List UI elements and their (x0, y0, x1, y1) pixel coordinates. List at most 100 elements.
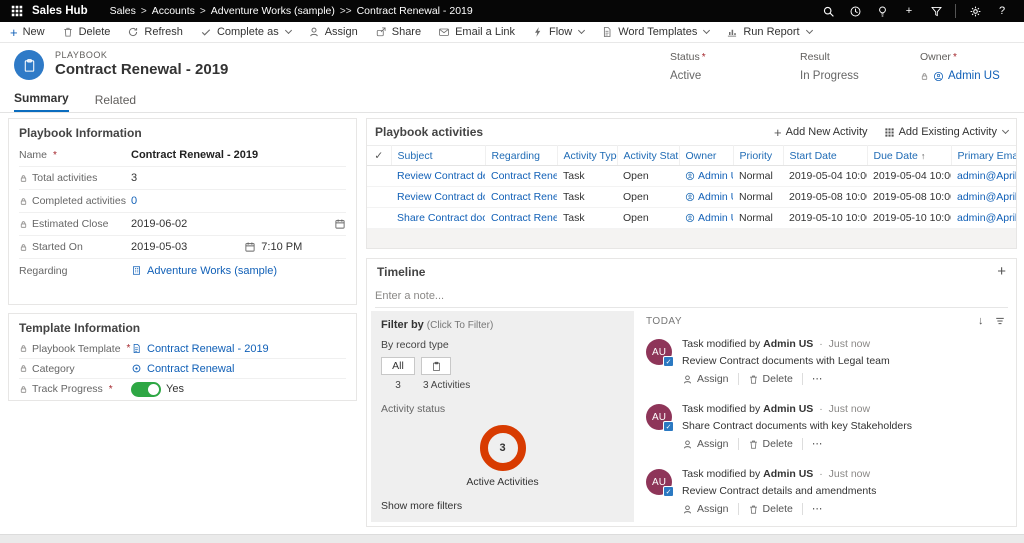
subject-link[interactable]: Review Contract details and a... (391, 166, 485, 187)
email-link-button[interactable]: Email a Link (438, 26, 515, 38)
tab-summary[interactable]: Summary (14, 91, 69, 112)
assign-action-button[interactable]: Assign (682, 438, 738, 450)
regarding-link[interactable]: Adventure Works (sample) (147, 265, 277, 277)
app-title[interactable]: Sales Hub (32, 5, 88, 17)
search-icon[interactable] (816, 1, 840, 21)
owner-link[interactable]: Admin US (679, 166, 733, 187)
table-row[interactable]: Review Contract details and a... Contrac… (367, 166, 1016, 187)
owner-link[interactable]: Admin US (679, 187, 733, 208)
task-badge-icon: ✓ (663, 486, 674, 497)
priority-cell: Normal (733, 208, 783, 229)
assign-action-button[interactable]: Assign (682, 373, 738, 385)
column-activity-type[interactable]: Activity Type (557, 146, 617, 166)
column-owner[interactable]: Owner (679, 146, 733, 166)
new-button[interactable]: +New (10, 26, 45, 39)
row-checkbox[interactable] (367, 208, 391, 229)
note-input-row (375, 284, 1008, 308)
regarding-link[interactable]: Contract Renewal... (485, 187, 557, 208)
owner-link[interactable]: Admin US (948, 70, 1000, 82)
sort-icon[interactable] (994, 315, 1006, 327)
refresh-button[interactable]: Refresh (127, 26, 183, 38)
delete-button[interactable]: Delete (62, 26, 111, 38)
breadcrumb-current-record[interactable]: Contract Renewal - 2019 (357, 5, 473, 17)
calendar-icon[interactable] (334, 218, 346, 230)
record-tabs: Summary Related (0, 90, 1024, 113)
field-name: Name* Contract Renewal - 2019 (19, 144, 346, 167)
more-actions-icon[interactable]: ⋯ (802, 373, 832, 385)
column-subject[interactable]: Subject (391, 146, 485, 166)
name-value[interactable]: Contract Renewal - 2019 (131, 149, 346, 161)
trash-icon (748, 439, 759, 450)
select-all-checkbox[interactable]: ✓ (367, 146, 391, 166)
filter-by-label: Filter by (381, 319, 424, 331)
recent-icon[interactable] (843, 1, 867, 21)
entry-action-text: Task modified by (682, 403, 760, 415)
column-regarding[interactable]: Regarding (485, 146, 557, 166)
delete-action-button[interactable]: Delete (738, 503, 802, 515)
column-due-date[interactable]: Due Date↑ (867, 146, 951, 166)
column-start-date[interactable]: Start Date (783, 146, 867, 166)
entry-timestamp: Just now (829, 338, 870, 350)
by-record-type-label: By record type (381, 339, 624, 351)
track-progress-toggle[interactable] (131, 382, 161, 397)
word-templates-button[interactable]: Word Templates (601, 26, 709, 38)
filter-activities-button[interactable] (421, 357, 451, 375)
category-link[interactable]: Contract Renewal (147, 363, 234, 375)
note-input[interactable] (375, 290, 1008, 302)
activity-type-cell: Task (557, 208, 617, 229)
flow-button[interactable]: Flow (532, 26, 584, 38)
app-launcher-icon[interactable] (10, 4, 24, 18)
tab-related[interactable]: Related (95, 93, 136, 112)
lock-icon (19, 220, 28, 229)
due-date-cell: 2019-05-04 10:00 AM (867, 166, 951, 187)
column-priority[interactable]: Priority (733, 146, 783, 166)
filter-all-button[interactable]: All (381, 357, 415, 375)
complete-as-button[interactable]: Complete as (200, 26, 291, 38)
table-row[interactable]: Share Contract documents wi... Contract … (367, 208, 1016, 229)
playbook-template-link[interactable]: Contract Renewal - 2019 (147, 343, 269, 355)
assistant-icon[interactable] (870, 1, 894, 21)
primary-email-link[interactable]: admin@AprilRel... (951, 208, 1016, 229)
regarding-link[interactable]: Contract Renewal... (485, 208, 557, 229)
page-title: Contract Renewal - 2019 (55, 61, 228, 78)
run-report-button[interactable]: Run Report (726, 26, 811, 38)
column-primary-email[interactable]: Primary Ema... (951, 146, 1016, 166)
more-actions-icon[interactable]: ⋯ (802, 438, 832, 450)
owner-link[interactable]: Admin US (679, 208, 733, 229)
start-date-cell: 2019-05-08 10:00 AM (783, 187, 867, 208)
more-actions-icon[interactable]: ⋯ (802, 503, 832, 515)
person-icon (682, 439, 693, 450)
field-category: Category Contract Renewal (19, 359, 346, 379)
add-existing-activity-button[interactable]: Add Existing Activity (884, 126, 1008, 138)
assign-action-button[interactable]: Assign (682, 503, 738, 515)
row-checkbox[interactable] (367, 187, 391, 208)
breadcrumb-account-record[interactable]: Adventure Works (sample) (211, 5, 335, 17)
add-new-activity-button[interactable]: +Add New Activity (774, 126, 868, 139)
entry-subject: Review Contract documents with Legal tea… (682, 355, 1012, 367)
filter-icon[interactable] (924, 1, 948, 21)
breadcrumb-accounts[interactable]: Accounts (152, 5, 195, 17)
column-activity-status[interactable]: Activity Status (617, 146, 679, 166)
delete-action-button[interactable]: Delete (738, 438, 802, 450)
report-chart-icon (726, 26, 738, 38)
delete-action-button[interactable]: Delete (738, 373, 802, 385)
table-row[interactable]: Review Contract documents ... Contract R… (367, 187, 1016, 208)
calendar-icon[interactable] (244, 241, 256, 253)
subject-link[interactable]: Share Contract documents wi... (391, 208, 485, 229)
help-icon[interactable]: ? (990, 1, 1014, 21)
primary-email-link[interactable]: admin@AprilRel... (951, 166, 1016, 187)
collapse-all-icon[interactable]: ↓ (978, 315, 984, 327)
settings-gear-icon[interactable] (963, 1, 987, 21)
add-timeline-record-icon[interactable]: + (997, 264, 1006, 279)
regarding-label: Regarding (19, 265, 67, 277)
assign-button[interactable]: Assign (308, 26, 358, 38)
breadcrumb-sales[interactable]: Sales (110, 5, 136, 17)
regarding-link[interactable]: Contract Renewal... (485, 166, 557, 187)
row-checkbox[interactable] (367, 166, 391, 187)
share-button[interactable]: Share (375, 26, 421, 38)
show-more-filters-link[interactable]: Show more filters (381, 500, 462, 512)
activity-status-cell: Open (617, 187, 679, 208)
subject-link[interactable]: Review Contract documents ... (391, 187, 485, 208)
primary-email-link[interactable]: admin@AprilRel... (951, 187, 1016, 208)
quick-create-icon[interactable]: + (897, 1, 921, 21)
